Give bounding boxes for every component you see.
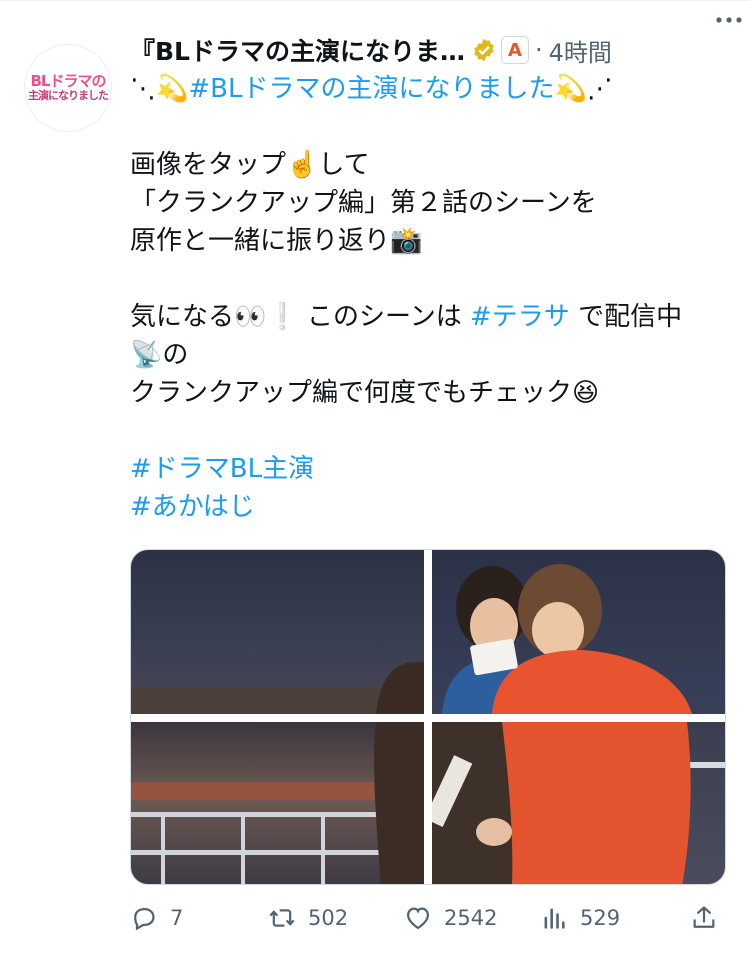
media-grid bbox=[130, 549, 726, 885]
display-name[interactable]: 『BLドラマの主演になりま… bbox=[130, 32, 465, 68]
tweet-line-7: クランクアップ編で何度でもチェック😆 bbox=[130, 374, 730, 412]
line-text: クランクアップ編で何度でもチェック bbox=[130, 378, 573, 408]
tweet-line-1: ⋱💫#BLドラマの主演になりました💫⋰ bbox=[130, 70, 730, 108]
line-text: このシーンは bbox=[307, 302, 462, 332]
avatar-logo-line1: BLドラマの bbox=[30, 72, 107, 90]
retweet-button[interactable]: 502 bbox=[268, 898, 348, 938]
media-image-1[interactable] bbox=[131, 550, 424, 714]
media-image-2[interactable] bbox=[432, 550, 725, 714]
retweet-icon bbox=[269, 909, 295, 927]
share-icon bbox=[693, 906, 715, 928]
like-button[interactable]: 2542 bbox=[404, 898, 497, 938]
tweet-text: ⋱💫#BLドラマの主演になりました💫⋰ 画像をタップ☝️して 「クランクアップ編… bbox=[130, 70, 730, 526]
camera-flash-emoji-icon: 📸 bbox=[390, 226, 423, 256]
dizzy-emoji-icon: 💫 bbox=[156, 74, 189, 104]
retweet-count: 502 bbox=[308, 906, 349, 930]
pointing-up-emoji-icon: ☝️ bbox=[286, 150, 319, 180]
tweet-line-2: 画像をタップ☝️して bbox=[130, 146, 730, 184]
verified-badge-icon bbox=[474, 38, 494, 62]
line-text: の bbox=[162, 340, 189, 370]
avatar-logo-line2: 主演になりました bbox=[28, 89, 109, 102]
media-image-4[interactable] bbox=[432, 722, 725, 884]
media-image-3[interactable] bbox=[131, 722, 424, 884]
line-text: 画像をタップ bbox=[130, 150, 287, 180]
tweet-line-4: 原作と一緒に振り返り📸 bbox=[130, 222, 730, 260]
action-bar: 7 502 2542 529 bbox=[130, 898, 730, 938]
sparkle-left: ⋱ bbox=[130, 74, 156, 104]
tweet-line-6: 📡の bbox=[130, 336, 730, 374]
tweet-line-8: #ドラマBL主演 bbox=[130, 450, 730, 488]
laughing-emoji-icon: 😆 bbox=[572, 378, 600, 408]
tweet-line-5: 気になる👀❕ このシーンは #テラサ で配信中 bbox=[130, 298, 730, 336]
line-text: 原作と一緒に振り返り bbox=[130, 226, 391, 256]
eyes-emoji-icon: 👀 bbox=[234, 302, 267, 332]
sparkle-right: ⋰ bbox=[586, 74, 613, 104]
dizzy-emoji-icon: 💫 bbox=[554, 74, 587, 104]
hashtag-akahaji[interactable]: #あかはじ bbox=[130, 492, 255, 522]
exclamation-emoji-icon: ❕ bbox=[266, 302, 299, 332]
timestamp[interactable]: 4時間 bbox=[549, 33, 612, 68]
avatar[interactable]: BLドラマの 主演になりました bbox=[24, 44, 112, 132]
hashtag-drama-bl[interactable]: #ドラマBL主演 bbox=[130, 454, 314, 484]
line-text: して bbox=[318, 150, 370, 180]
tweet-line-3: 「クランクアップ編」第２話のシーンを bbox=[130, 188, 597, 218]
line-text: で配信中 bbox=[578, 302, 683, 332]
hashtag-telasa[interactable]: #テラサ bbox=[470, 302, 570, 332]
tweet-line-9: #あかはじ bbox=[130, 488, 730, 526]
satellite-emoji-icon: 📡 bbox=[130, 340, 163, 370]
views-icon bbox=[544, 908, 565, 929]
view-count: 529 bbox=[580, 906, 621, 930]
hashtag-bl-drama[interactable]: #BLドラマの主演になりました bbox=[188, 74, 554, 104]
views-button[interactable]: 529 bbox=[540, 898, 620, 938]
reply-button[interactable]: 7 bbox=[130, 898, 183, 938]
more-icon[interactable] bbox=[714, 6, 744, 34]
line-text: 気になる bbox=[130, 302, 235, 332]
separator-dot: · bbox=[535, 36, 543, 64]
top-divider bbox=[0, 0, 750, 1]
reply-icon bbox=[134, 908, 155, 931]
affiliate-badge[interactable]: A bbox=[501, 36, 529, 64]
tweet-header: 『BLドラマの主演になりま… A · 4時間 bbox=[130, 30, 730, 70]
heart-icon bbox=[406, 907, 430, 930]
reply-count: 7 bbox=[170, 906, 184, 930]
share-button[interactable] bbox=[690, 898, 718, 938]
like-count: 2542 bbox=[444, 906, 498, 930]
